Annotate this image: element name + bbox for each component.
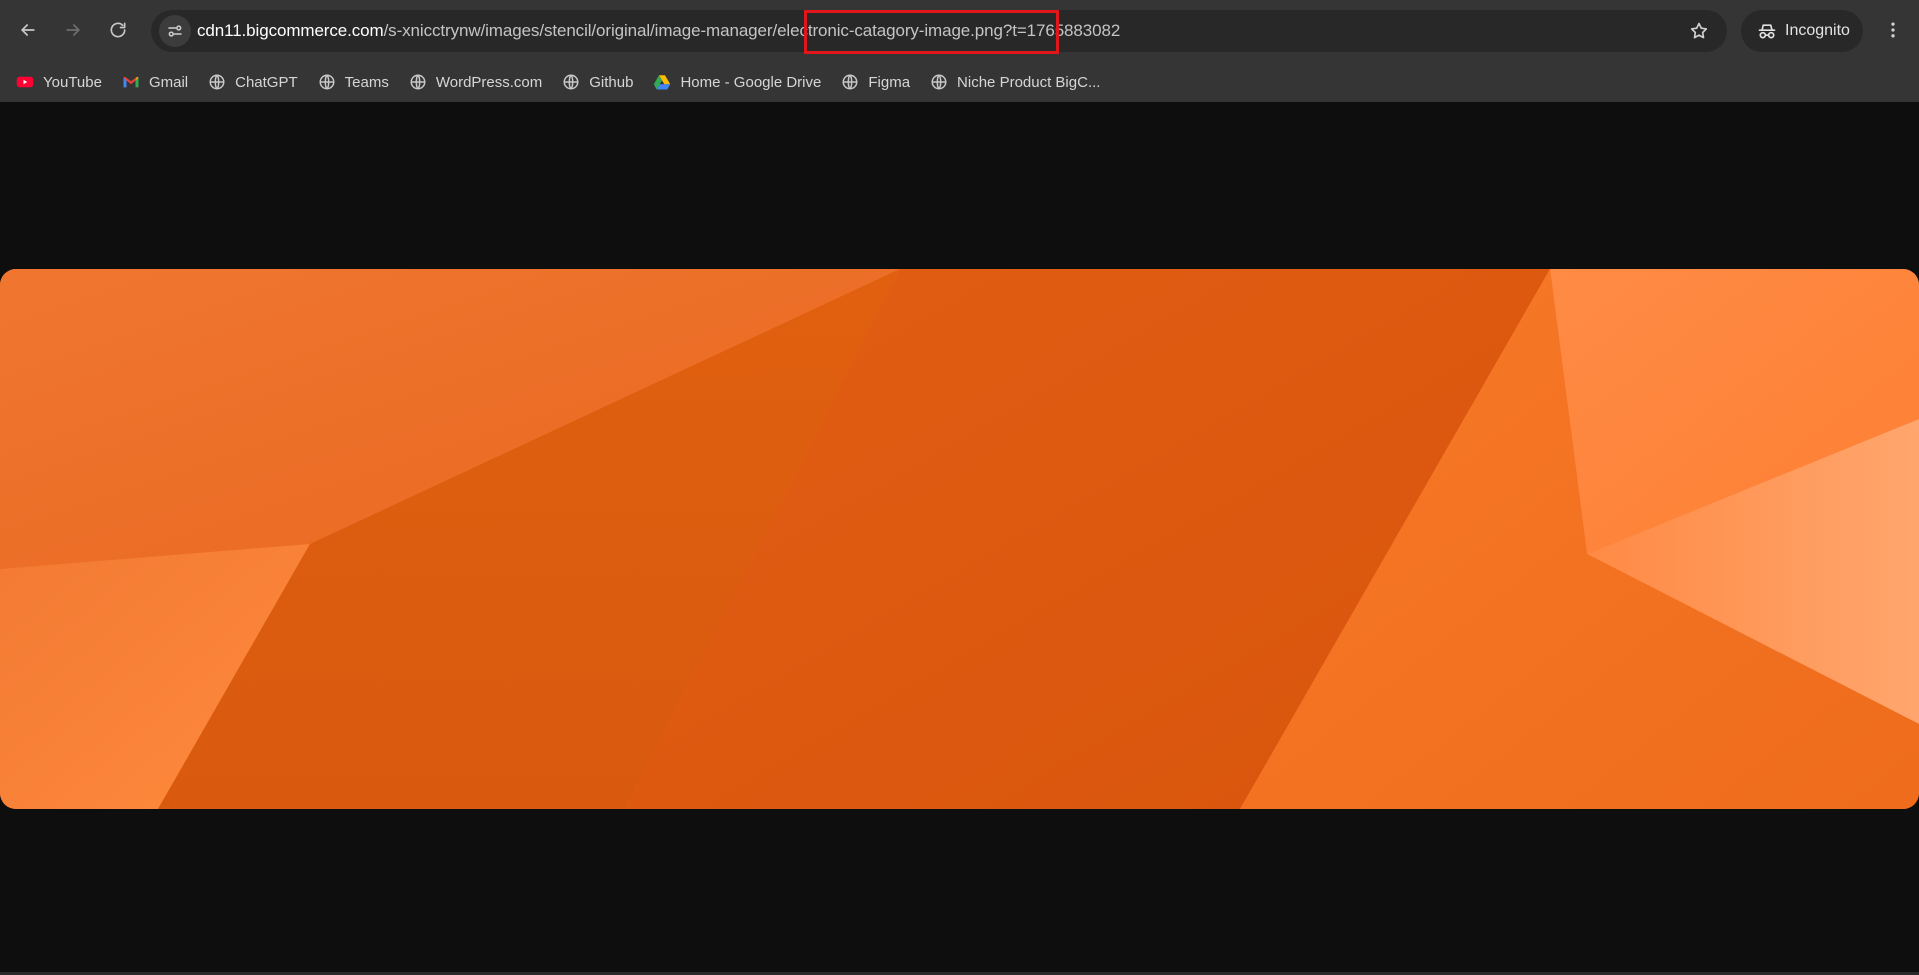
- bookmark-google-drive[interactable]: Home - Google Drive: [645, 67, 829, 97]
- bookmark-label: Github: [589, 73, 634, 91]
- bookmark-figma[interactable]: Figma: [833, 67, 918, 97]
- url-host: cdn11.bigcommerce.com: [197, 21, 384, 40]
- bookmark-star-button[interactable]: [1689, 21, 1709, 41]
- globe-icon: [319, 74, 335, 90]
- reload-icon: [110, 22, 126, 38]
- bookmark-label: Gmail: [148, 73, 189, 91]
- bookmark-youtube[interactable]: YouTube: [8, 67, 110, 97]
- bookmark-github[interactable]: Github: [554, 67, 641, 97]
- bookmark-label: ChatGPT: [235, 73, 298, 91]
- incognito-button[interactable]: Incognito: [1741, 10, 1863, 52]
- bookmark-label: WordPress.com: [435, 73, 543, 91]
- bookmark-chatgpt[interactable]: ChatGPT: [200, 67, 306, 97]
- bookmark-label: Home - Google Drive: [680, 73, 822, 91]
- globe-icon: [842, 74, 858, 90]
- bookmark-wordpress[interactable]: WordPress.com: [401, 67, 550, 97]
- url-text[interactable]: cdn11.bigcommerce.com/s-xnicctrynw/image…: [197, 10, 1120, 52]
- browser-chrome: cdn11.bigcommerce.com/s-xnicctrynw/image…: [0, 0, 1919, 102]
- address-bar[interactable]: cdn11.bigcommerce.com/s-xnicctrynw/image…: [151, 10, 1727, 52]
- browser-toolbar: cdn11.bigcommerce.com/s-xnicctrynw/image…: [0, 0, 1919, 62]
- forward-arrow-icon: [66, 24, 80, 36]
- globe-icon: [931, 74, 947, 90]
- incognito-label: Incognito: [1785, 22, 1850, 39]
- category-image: [0, 269, 1919, 809]
- bookmark-teams[interactable]: Teams: [310, 67, 397, 97]
- more-vertical-icon: [1891, 22, 1895, 38]
- bookmark-gmail[interactable]: Gmail: [114, 67, 196, 97]
- orange-abstract-image: [0, 269, 1919, 809]
- gmail-icon: [123, 76, 139, 88]
- globe-icon: [563, 74, 579, 90]
- globe-icon: [209, 74, 225, 90]
- forward-button[interactable]: [56, 13, 90, 47]
- tune-icon: [168, 25, 182, 37]
- reload-button[interactable]: [101, 13, 135, 47]
- back-arrow-icon: [21, 24, 35, 36]
- bookmarks-bar: YouTube Gmail ChatGPT Teams WordPress.co…: [0, 62, 1919, 102]
- page-content: [0, 102, 1919, 975]
- bookmark-label: Teams: [344, 73, 389, 91]
- site-info-button[interactable]: [159, 15, 191, 47]
- browser-menu-button[interactable]: [1876, 13, 1910, 47]
- back-button[interactable]: [11, 13, 45, 47]
- bookmark-label: Niche Product BigC...: [957, 73, 1101, 91]
- google-drive-icon: [654, 75, 671, 90]
- incognito-icon: [1758, 24, 1776, 39]
- bookmark-niche-product[interactable]: Niche Product BigC...: [922, 67, 1108, 97]
- star-icon: [1690, 22, 1708, 39]
- url-path: /s-xnicctrynw/images/stencil/original/im…: [383, 21, 1121, 40]
- globe-icon: [410, 74, 426, 90]
- youtube-icon: [16, 76, 34, 88]
- bookmark-label: YouTube: [43, 73, 102, 91]
- bookmark-label: Figma: [868, 73, 911, 91]
